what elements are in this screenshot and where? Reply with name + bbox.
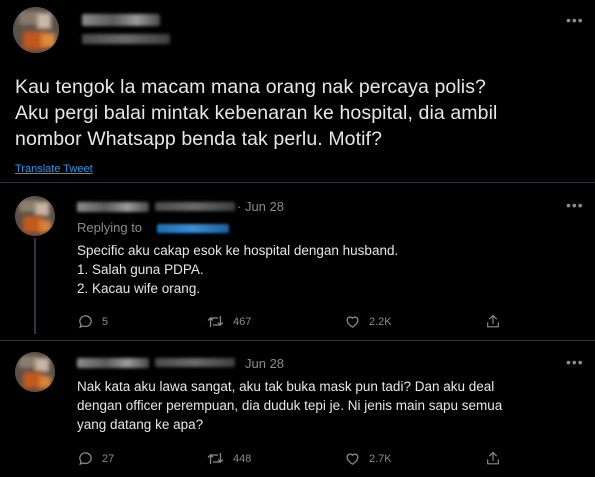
reply-author-name[interactable] — [77, 358, 149, 368]
author-avatar[interactable] — [13, 7, 59, 53]
reply-text: Specific aku cakap esok ke hospital deng… — [77, 241, 577, 298]
share-button[interactable] — [485, 450, 501, 467]
main-tweet-line: Aku pergi balai mintak kebenaran ke hosp… — [15, 102, 498, 124]
like-button[interactable]: 2.2K — [344, 313, 392, 330]
reply-date[interactable]: · Jun 28 — [237, 199, 284, 214]
reply-line: Specific aku cakap esok ke hospital deng… — [77, 243, 399, 258]
divider — [0, 182, 595, 183]
reply-author-handle[interactable] — [155, 358, 235, 367]
heart-icon — [346, 453, 359, 465]
more-dots-icon[interactable]: ••• — [566, 197, 584, 213]
main-tweet-line: Kau tengok la macam mana orang nak perca… — [15, 76, 487, 98]
reply-line: Nak kata aku lawa sangat, aku tak buka m… — [77, 379, 495, 394]
retweet-count: 467 — [233, 315, 252, 328]
like-count: 2.7K — [369, 452, 392, 465]
reply-line: yang datang ke apa? — [77, 417, 204, 432]
comment-icon — [79, 315, 92, 329]
divider — [0, 340, 595, 341]
translate-tweet-link[interactable]: Translate Tweet — [15, 163, 93, 175]
like-button[interactable]: 2.7K — [344, 450, 392, 467]
share-icon — [487, 451, 499, 465]
replying-to-label: Replying to — [77, 220, 143, 235]
heart-icon — [346, 316, 359, 328]
more-dots-icon[interactable]: ••• — [566, 12, 584, 28]
main-tweet-line: nombor Whatsapp benda tak perlu. Motif? — [15, 128, 383, 150]
more-dots-icon[interactable]: ••• — [566, 354, 584, 370]
reply-author-handle[interactable] — [155, 202, 235, 211]
reply-button[interactable]: 5 — [77, 313, 108, 330]
retweet-count: 448 — [233, 452, 252, 465]
author-handle[interactable] — [82, 34, 170, 44]
reply-avatar[interactable] — [15, 196, 55, 236]
retweet-icon — [207, 315, 224, 328]
retweet-button[interactable]: 467 — [206, 313, 251, 330]
comment-icon — [79, 452, 92, 466]
reply-line: 2. Kacau wife orang. — [77, 281, 201, 296]
reply-line: dengan officer perempuan, dia duduk tepi… — [77, 398, 503, 413]
reply-count: 27 — [102, 452, 115, 465]
reply-avatar[interactable] — [15, 352, 55, 392]
thread-line — [34, 238, 36, 334]
retweet-button[interactable]: 448 — [206, 450, 251, 467]
share-icon — [487, 314, 499, 328]
retweet-icon — [207, 452, 224, 465]
reply-button[interactable]: 27 — [77, 450, 114, 467]
like-count: 2.2K — [369, 315, 392, 328]
reply-count: 5 — [102, 315, 109, 328]
reply-author-name[interactable] — [77, 202, 149, 212]
main-tweet-text: Kau tengok la macam mana orang nak perca… — [15, 74, 590, 152]
reply-text: Nak kata aku lawa sangat, aku tak buka m… — [77, 377, 587, 434]
share-button[interactable] — [485, 313, 501, 330]
reply-date[interactable]: Jun 28 — [245, 356, 284, 371]
author-name[interactable] — [82, 14, 160, 26]
replying-to-handle[interactable] — [157, 224, 229, 233]
reply-line: 1. Salah guna PDPA. — [77, 262, 204, 277]
